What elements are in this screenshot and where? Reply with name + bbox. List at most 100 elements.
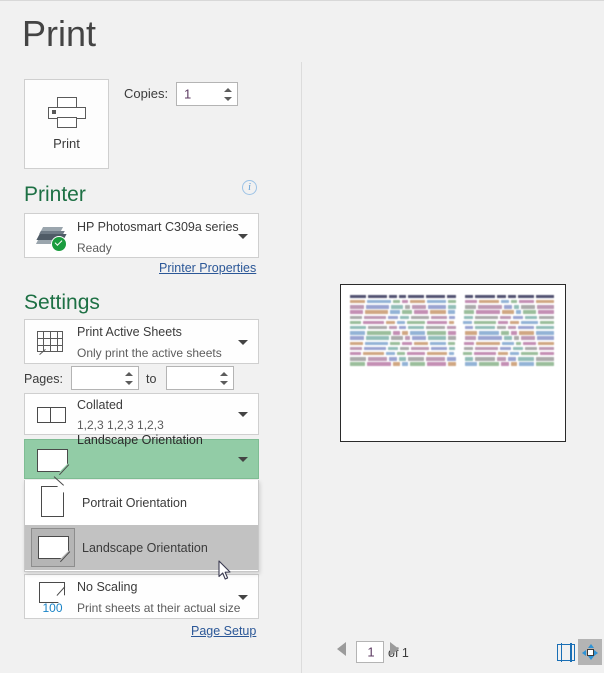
- preview-table-cell: [426, 362, 446, 366]
- print-what-subtitle: Only print the active sheets: [77, 346, 222, 360]
- printer-selector[interactable]: HP Photosmart C309a series Ready: [24, 213, 259, 258]
- preview-table-cell: [536, 331, 555, 335]
- chevron-down-icon[interactable]: [238, 233, 248, 239]
- print-what-selector[interactable]: Print Active Sheets Only print the activ…: [24, 319, 259, 364]
- preview-table-cell: [463, 320, 472, 325]
- preview-table-cell: [448, 336, 456, 340]
- copies-decrement-icon[interactable]: [223, 96, 232, 101]
- preview-table-cell: [538, 315, 555, 320]
- collation-selector[interactable]: Collated 1,2,3 1,2,3 1,2,3: [24, 393, 259, 435]
- pages-to-spinner-arrows[interactable]: [218, 367, 229, 389]
- landscape-page-icon: [38, 536, 71, 563]
- orientation-selector[interactable]: Landscape Orientation: [24, 433, 259, 479]
- copies-increment-icon[interactable]: [223, 87, 232, 92]
- preview-table-cell: [447, 362, 456, 366]
- preview-table-cell: [426, 331, 446, 335]
- preview-table-cell: [391, 305, 403, 309]
- preview-table-cell: [350, 305, 365, 309]
- sheet-grid-icon: [37, 331, 66, 355]
- orientation-option-portrait[interactable]: Portrait Orientation: [25, 476, 258, 525]
- preview-table-cell: [396, 351, 406, 356]
- pages-from-increment-icon[interactable]: [124, 371, 133, 376]
- zoom-to-page-icon: [582, 644, 598, 660]
- preview-table-cell: [430, 346, 447, 351]
- preview-table-cell: [366, 300, 392, 304]
- preview-table-cell: [350, 294, 366, 299]
- preview-table-cell: [474, 357, 496, 361]
- preview-table-cell: [473, 351, 496, 356]
- preview-table-cell: [463, 346, 474, 351]
- preview-table-cell: [477, 305, 503, 309]
- preview-table-cell: [516, 341, 521, 345]
- preview-table-cell: [449, 315, 455, 320]
- pages-from-input[interactable]: [71, 366, 139, 390]
- preview-table-cell: [396, 320, 406, 325]
- chevron-down-icon[interactable]: [238, 457, 248, 462]
- preview-table-cell: [398, 357, 406, 361]
- page-number-input[interactable]: 1: [356, 641, 384, 663]
- printer-icon: [47, 97, 86, 129]
- chevron-down-icon[interactable]: [238, 412, 248, 417]
- preview-table-cell: [448, 305, 456, 309]
- next-page-arrow-icon[interactable]: [390, 642, 399, 656]
- preview-table-cell: [426, 320, 448, 325]
- page-number-value: 1: [367, 644, 375, 660]
- preview-table-cell: [535, 294, 555, 299]
- preview-table-cell: [350, 346, 363, 351]
- collation-subtitle: 1,2,3 1,2,3 1,2,3: [77, 418, 164, 432]
- preview-table-cell: [475, 315, 498, 320]
- preview-table-cell: [500, 331, 509, 335]
- preview-table-cell: [516, 310, 521, 314]
- preview-table-cell: [350, 320, 362, 325]
- preview-table-cell: [463, 315, 474, 320]
- scaling-page-icon: 100: [37, 582, 68, 615]
- preview-table-cell: [519, 362, 535, 366]
- pages-to-input[interactable]: [166, 366, 234, 390]
- chevron-down-icon[interactable]: [238, 594, 248, 600]
- preview-table-cell: [464, 310, 475, 314]
- preview-table-cell: [537, 305, 554, 309]
- preview-table-cell: [350, 357, 366, 361]
- preview-table-cell: [510, 331, 518, 335]
- preview-table-cell: [536, 362, 555, 366]
- preview-table-cell: [504, 305, 512, 309]
- preview-table-cell: [522, 310, 536, 314]
- preview-table-cell: [448, 310, 456, 314]
- show-margins-icon[interactable]: [557, 643, 575, 662]
- preview-table-cell: [497, 357, 507, 361]
- info-icon[interactable]: i: [242, 180, 257, 195]
- preview-table-cell: [497, 320, 509, 325]
- preview-table-cell: [504, 336, 512, 340]
- copies-stepper[interactable]: 1: [176, 82, 238, 106]
- preview-table-cell: [464, 336, 476, 340]
- preview-table-cell: [510, 320, 519, 325]
- chevron-down-icon[interactable]: [238, 339, 248, 345]
- preview-table-cell: [510, 351, 519, 356]
- zoom-to-page-button[interactable]: [578, 639, 602, 665]
- preview-table-cell: [425, 326, 446, 330]
- preview-table-cell: [465, 357, 473, 361]
- preview-table-cell: [476, 310, 500, 314]
- preview-table-cell: [350, 300, 365, 304]
- preview-table-cell: [364, 315, 387, 320]
- copies-spinner-arrows[interactable]: [222, 83, 233, 105]
- pane-divider: [301, 62, 302, 673]
- preview-table-cell: [367, 357, 388, 361]
- preview-table-cell: [464, 300, 478, 304]
- scaling-title: No Scaling: [77, 580, 138, 594]
- preview-table-cell: [410, 300, 425, 304]
- preview-table-cell: [447, 300, 456, 304]
- page-title: Print: [22, 13, 97, 54]
- preview-table-cell: [414, 310, 428, 314]
- print-button[interactable]: Print: [24, 79, 109, 169]
- pages-from-spinner-arrows[interactable]: [123, 367, 134, 389]
- preview-table-cell: [366, 305, 390, 309]
- previous-page-arrow-icon[interactable]: [337, 642, 346, 656]
- pages-to-increment-icon[interactable]: [219, 371, 228, 376]
- pages-from-decrement-icon[interactable]: [124, 380, 133, 385]
- pages-to-decrement-icon[interactable]: [219, 380, 228, 385]
- preview-table-cell: [350, 331, 365, 335]
- page-setup-link[interactable]: Page Setup: [191, 624, 256, 638]
- preview-table-cell: [407, 320, 425, 325]
- printer-properties-link[interactable]: Printer Properties: [159, 261, 256, 275]
